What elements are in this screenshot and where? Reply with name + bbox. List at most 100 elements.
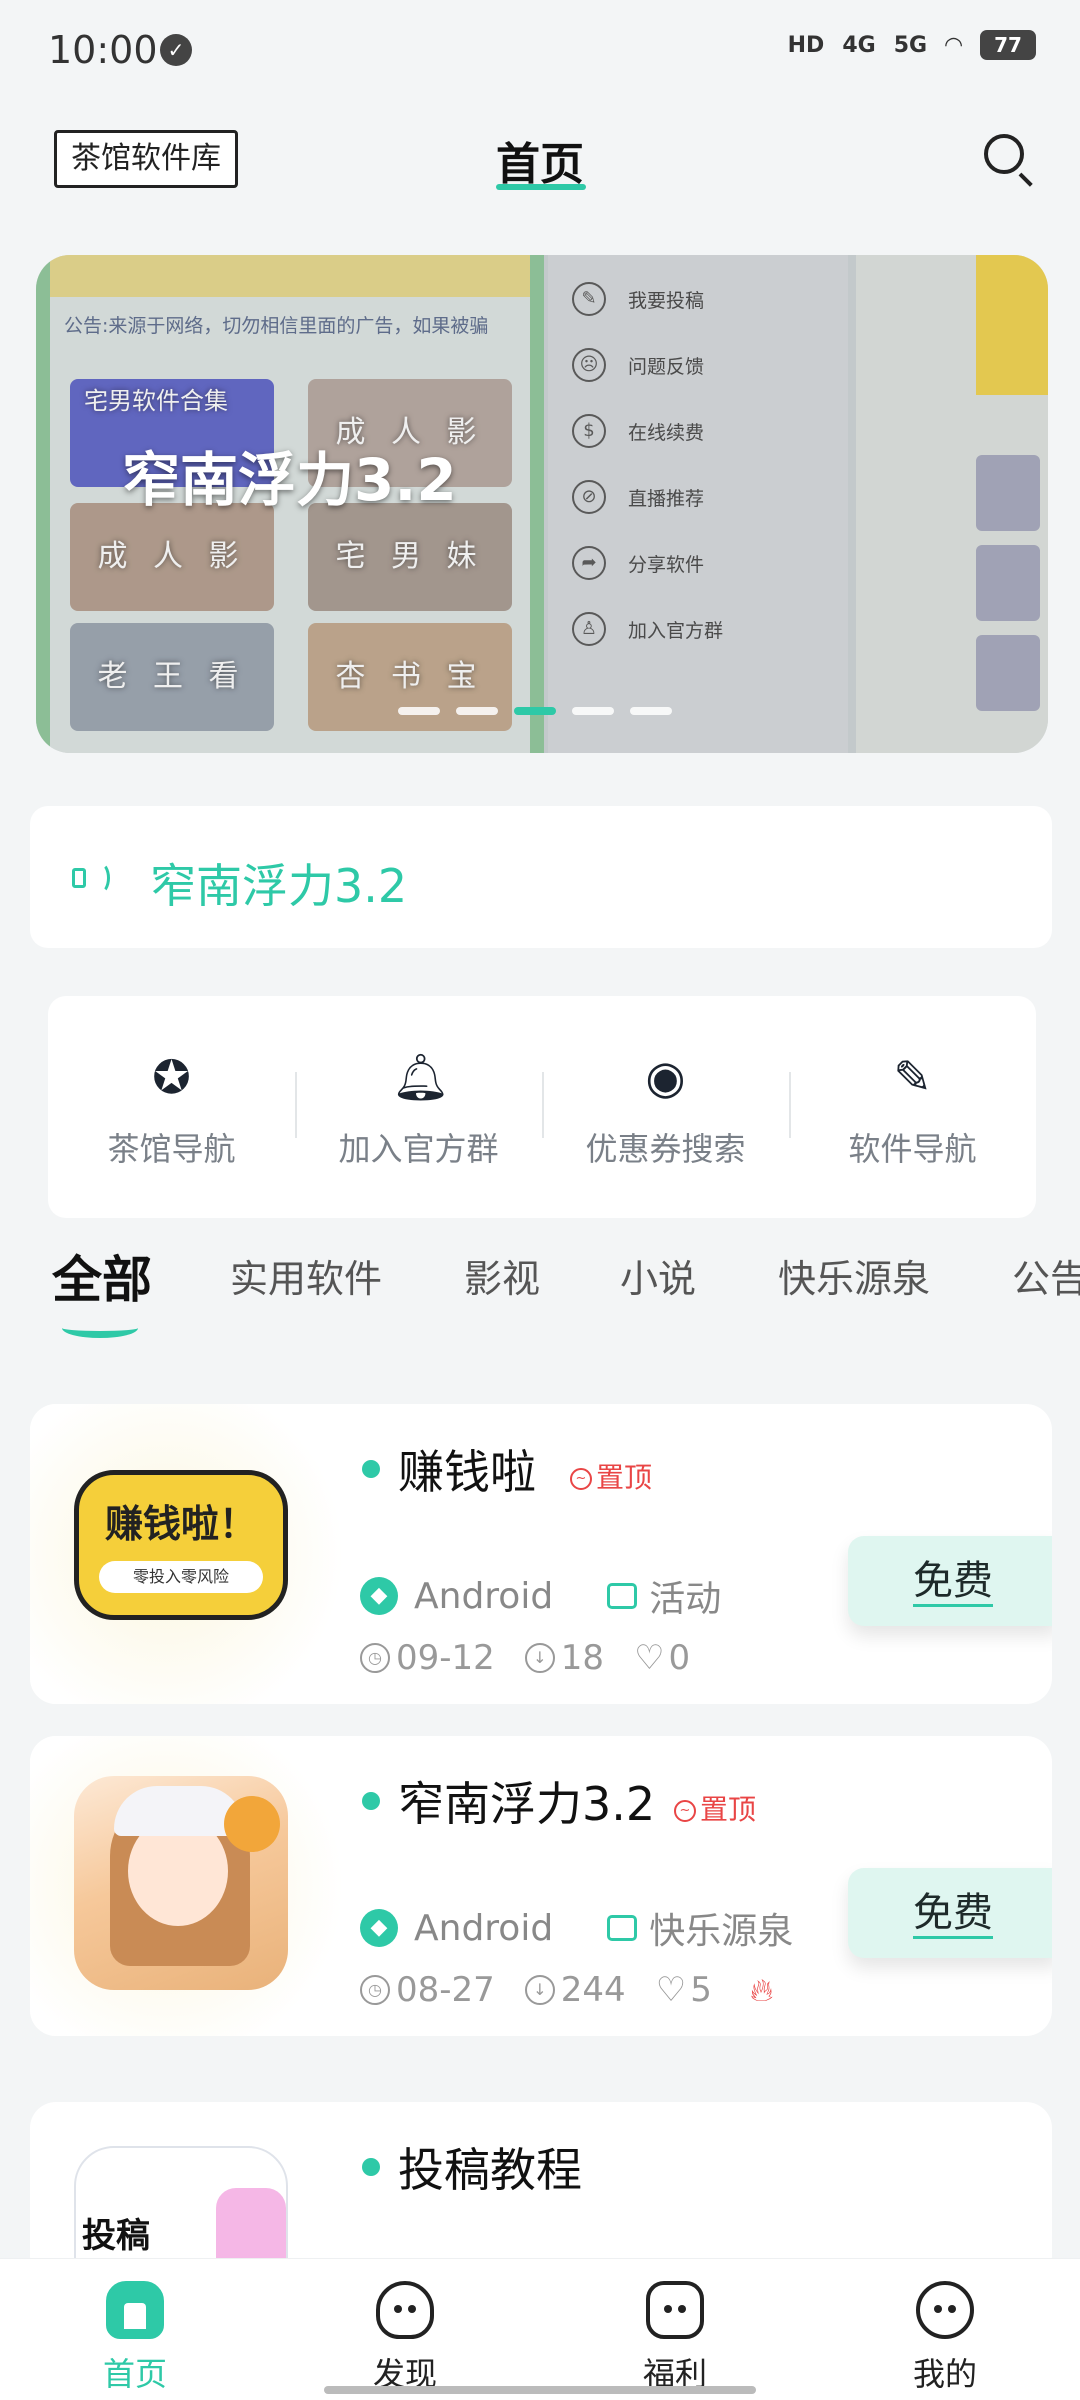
quick-nav-label: 加入官方群 [338,1130,499,1168]
card-title: 窄南浮力3.2 [398,1777,656,1831]
status-dot [362,1460,380,1478]
check-icon: ✓ [160,34,192,66]
platform-label: Android [414,1907,554,1949]
list-item[interactable]: 赚钱啦！ 零投入零风险 赚钱啦 ~ 置顶 ◆ Android 活动 ◷ 09-12… [30,1404,1052,1704]
heart-icon: ♡ [634,1638,665,1678]
clock-icon: ◷ [360,1643,390,1673]
tab-video[interactable]: 影视 [464,1248,540,1303]
tab-announcement[interactable]: 公告 [1012,1248,1080,1303]
quick-nav-label: 茶馆导航 [107,1130,236,1168]
android-icon: ◆ [360,1909,398,1947]
banner-caption: 窄南浮力3.2 [122,446,457,514]
title-underline [496,184,586,190]
home-indicator[interactable] [324,2386,756,2394]
nav-home[interactable]: 首页 [0,2259,270,2400]
list-item[interactable]: 窄南浮力3.2 ~ 置顶 ◆ Android 快乐源泉 ◷ 08-27 ↓ 244… [30,1736,1052,2036]
free-button[interactable]: 免费 [848,1868,1052,1958]
hd-icon: HD [787,32,825,58]
banner-dot-active[interactable] [514,707,556,715]
chat-icon [607,1583,638,1609]
card-meta: ◆ Android 快乐源泉 [360,1902,793,1954]
pin-icon: ~ [570,1468,592,1490]
banner-pagination [398,707,672,715]
quick-nav-software[interactable]: ✎ 软件导航 [789,996,1036,1218]
platform-label: Android [414,1575,554,1617]
category-label: 快乐源泉 [649,1911,794,1952]
card-date: 09-12 [396,1638,495,1678]
wifi-icon: ◠ [945,32,962,58]
pinned-badge: ~ 置顶 [570,1456,652,1496]
app-header: 茶馆软件库 首页 [0,110,1080,220]
thumb-title: 赚钱啦！ [104,1502,257,1546]
speaker-icon [68,856,112,900]
banner-dot[interactable] [572,707,614,715]
eyes-icon: ◉ [645,1050,686,1104]
heart-icon: ♡ [655,1970,687,2010]
card-stats: ◷ 09-12 ↓ 18 ♡ 0 [360,1638,690,1678]
like-count: 0 [668,1638,691,1678]
home-icon [106,2281,164,2339]
tab-all[interactable]: 全部 [52,1248,152,1312]
banner-carousel[interactable]: 公告:来源于网络，切勿相信里面的广告，如果被骗 宅男软件合集 成 人 影 院 1… [36,255,1048,753]
quick-nav-coupon-search[interactable]: ◉ 优惠券搜索 [542,996,789,1218]
card-meta: ◆ Android 活动 [360,1570,721,1622]
banner-dot[interactable] [630,707,672,715]
like-count: 5 [690,1970,712,2010]
nav-discover[interactable]: 发现 [270,2259,540,2400]
android-icon: ◆ [360,1577,398,1615]
notice-text: 窄南浮力3.2 [150,859,408,913]
search-icon[interactable] [982,132,1034,187]
category-tabs: 全部 实用软件 影视 小说 快乐源泉 公告 [0,1248,1080,1348]
banner-dot[interactable] [456,707,498,715]
battery-icon: 77 [980,30,1036,60]
profile-face-icon [916,2281,974,2339]
tab-indicator [62,1318,138,1338]
app-thumbnail [74,1776,288,1990]
quick-nav-teahouse[interactable]: ✪ 茶馆导航 [48,996,295,1218]
pinned-badge: ~ 置顶 [674,1788,756,1828]
app-thumbnail: 赚钱啦！ 零投入零风险 [74,1470,288,1620]
quick-nav-label: 优惠券搜索 [585,1130,746,1168]
download-icon: ↓ [524,1975,555,2005]
chat-icon [607,1915,638,1941]
bell-icon: 🔔︎ [391,1050,450,1104]
status-time: 10:00 [48,28,158,72]
quick-nav-label: 软件导航 [848,1130,977,1168]
card-title: 投稿教程 [398,2143,582,2197]
card-date: 08-27 [396,1970,495,2010]
category-label: 活动 [649,1579,722,1620]
download-count: 18 [560,1638,605,1678]
edit-note-icon: ✎ [893,1050,932,1104]
star-badge-icon: ✪ [152,1050,191,1104]
download-icon: ↓ [524,1643,555,1673]
quick-nav: ✪ 茶馆导航 🔔︎ 加入官方群 ◉ 优惠券搜索 ✎ 软件导航 [48,996,1036,1218]
planet-face-icon [376,2281,434,2339]
quick-nav-join-group[interactable]: 🔔︎ 加入官方群 [295,996,542,1218]
tab-novel[interactable]: 小说 [620,1248,696,1303]
tab-utility[interactable]: 实用软件 [230,1248,382,1303]
signal-4g-icon: 4G [842,32,876,58]
status-dot [362,1792,380,1810]
status-indicators: HD 4G 5G ◠ 77 [788,30,1036,60]
status-dot [362,2158,380,2176]
clock-icon: ◷ [360,1975,390,2005]
nav-mine[interactable]: 我的 [810,2259,1080,2400]
tab-fun[interactable]: 快乐源泉 [778,1248,930,1303]
page-title: 首页 [496,139,584,190]
status-bar: 10:00 ✓ HD 4G 5G ◠ 77 [0,0,1080,100]
notice-bar[interactable]: 窄南浮力3.2 [30,806,1052,948]
nav-welfare[interactable]: 福利 [540,2259,810,2400]
crown-face-icon [646,2281,704,2339]
banner-dot[interactable] [398,707,440,715]
nav-label: 首页 [102,2355,167,2393]
list-item[interactable]: 投稿 投稿教程 [30,2102,1052,2282]
thumb-subtitle: 零投入零风险 [99,1561,263,1593]
signal-5g-icon: 5G [893,32,928,58]
bottom-nav: 首页 发现 福利 我的 [0,2258,1080,2400]
thumb-title: 投稿 [82,2216,150,2256]
fire-icon: 🔥︎ [749,1970,774,2009]
pin-icon: ~ [674,1800,696,1822]
card-stats: ◷ 08-27 ↓ 244 ♡ 5 🔥︎ [360,1970,773,2010]
free-button[interactable]: 免费 [848,1536,1052,1626]
card-title: 赚钱啦 [398,1445,536,1499]
